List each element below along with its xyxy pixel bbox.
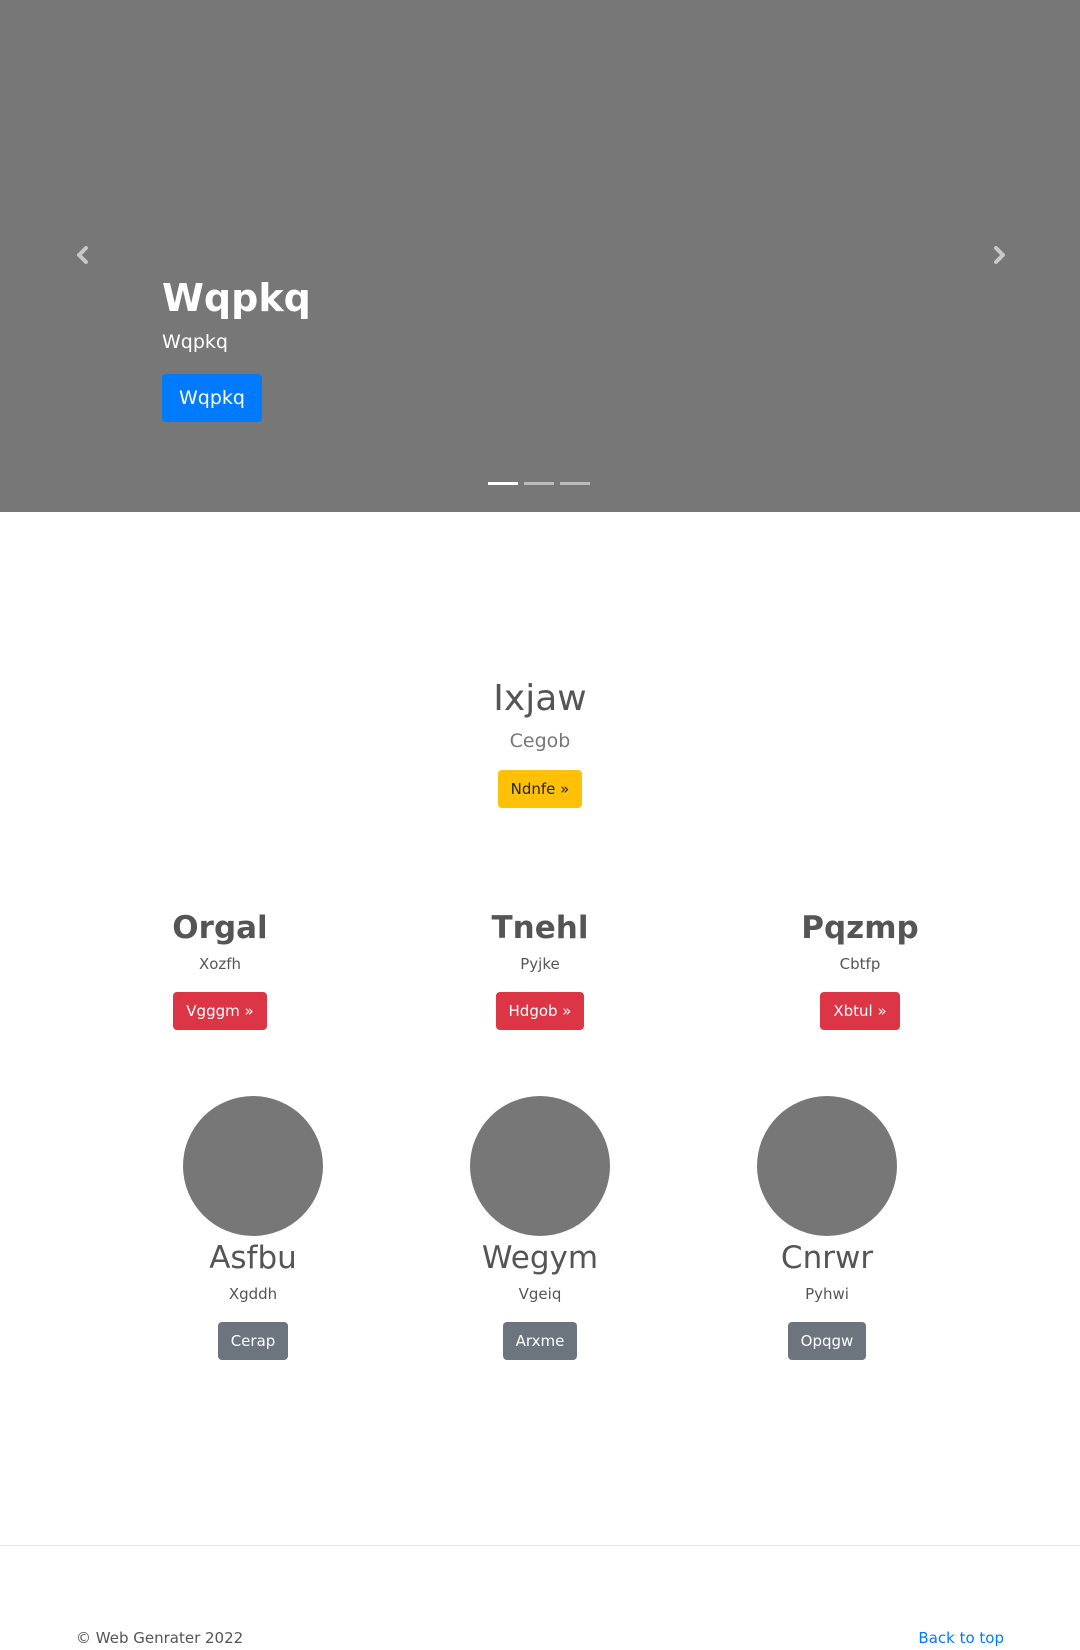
circle-button[interactable]: Opqgw [787,1322,867,1360]
circle-title: Asfbu [209,1240,297,1276]
carousel-indicator-3[interactable] [560,482,590,485]
hero-section: Ixjaw Cegob Ndnfe » [0,676,1080,808]
carousel-prev-button[interactable] [71,240,95,270]
circle-column: Asfbu Xgddh Cerap [123,1096,383,1360]
feature-title: Tnehl [491,910,589,946]
carousel-caption: Wqpkq Wqpkq Wqpkq [162,273,311,422]
circle-button[interactable]: Arxme [502,1322,578,1360]
circle-image [183,1096,323,1236]
feature-subtitle: Xozfh [198,955,242,973]
circle-subtitle: Xgddh [228,1285,278,1303]
circle-subtitle: Pyhwi [805,1285,849,1303]
hero-title: Ixjaw [493,678,587,719]
circle-title: Cnrwr [780,1240,874,1276]
hero-subtitle: Cegob [509,730,571,752]
carousel-indicators [488,482,590,485]
chevron-left-icon [77,246,88,264]
carousel-next-button[interactable] [987,240,1011,270]
hero-button[interactable]: Ndnfe » [497,770,583,808]
circle-column: Cnrwr Pyhwi Opqgw [697,1096,957,1360]
hero-carousel: Wqpkq Wqpkq Wqpkq [0,0,1080,512]
circle-image [757,1096,897,1236]
carousel-indicator-1[interactable] [488,482,518,485]
back-to-top-link[interactable]: Back to top [918,1628,1004,1648]
feature-button[interactable]: Xbtul » [820,992,900,1030]
carousel-title: Wqpkq [162,276,311,320]
footer-divider [0,1545,1080,1546]
feature-title: Orgal [172,910,268,946]
circle-image [470,1096,610,1236]
feature-column: Orgal Xozfh Vgggm » [90,908,350,1030]
chevron-right-icon [994,246,1005,264]
circle-subtitle: Vgeiq [518,1285,562,1303]
feature-button[interactable]: Hdgob » [495,992,585,1030]
feature-title: Pqzmp [801,910,919,946]
feature-subtitle: Cbtfp [839,955,881,973]
feature-button[interactable]: Vgggm » [173,992,267,1030]
feature-column: Tnehl Pyjke Hdgob » [410,908,670,1030]
carousel-cta-button[interactable]: Wqpkq [162,374,262,422]
feature-subtitle: Pyjke [520,955,560,973]
carousel-subtitle: Wqpkq [162,331,228,353]
feature-column: Pqzmp Cbtfp Xbtul » [730,908,990,1030]
circle-column: Wegym Vgeiq Arxme [410,1096,670,1360]
carousel-indicator-2[interactable] [524,482,554,485]
footer-copyright: © Web Genrater 2022 [76,1629,244,1647]
circle-title: Wegym [481,1240,599,1276]
circle-button[interactable]: Cerap [217,1322,289,1360]
